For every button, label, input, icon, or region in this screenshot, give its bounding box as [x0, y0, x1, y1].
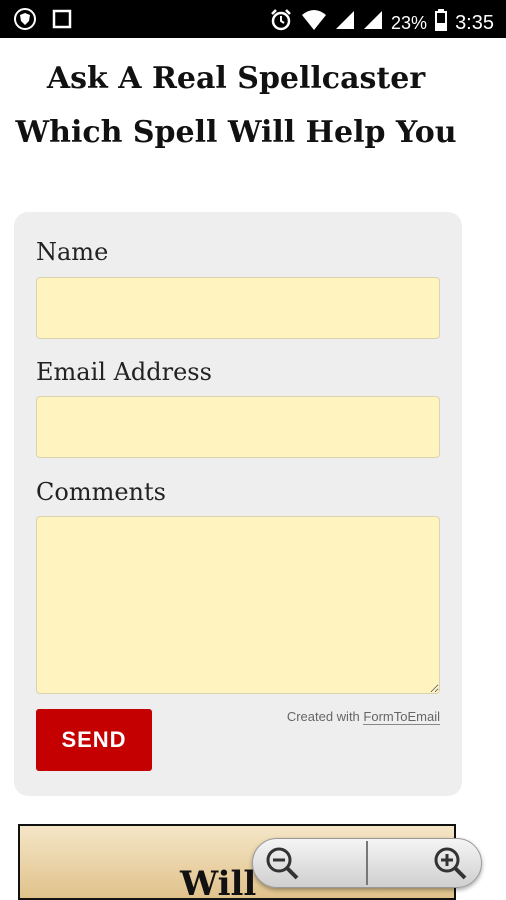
battery-icon [435, 9, 448, 36]
title-line-2: Which Spell Will Help You [15, 115, 457, 150]
zoom-out-icon[interactable] [263, 845, 303, 881]
send-button[interactable]: SEND [36, 709, 152, 771]
credit-text: Created with FormToEmail [286, 709, 440, 725]
square-icon [52, 9, 72, 34]
zoom-in-icon[interactable] [431, 845, 471, 881]
credit-prefix: Created with [286, 709, 360, 724]
contact-form: Name Email Address Comments SEND Created… [14, 212, 462, 796]
alarm-icon [269, 8, 293, 37]
name-field[interactable] [36, 277, 440, 339]
comments-field[interactable] [36, 516, 440, 694]
signal-icon [335, 10, 355, 35]
name-label: Name [36, 238, 109, 266]
banner-text: Will [180, 864, 257, 900]
battery-percent: 23% [391, 12, 428, 33]
title-line-1: Ask A Real Spellcaster [46, 61, 426, 96]
status-bar: 23% 3:35 [0, 0, 506, 38]
zoom-separator [366, 841, 368, 885]
email-label: Email Address [36, 358, 212, 386]
email-field[interactable] [36, 396, 440, 458]
comments-label: Comments [36, 478, 166, 506]
signal-icon [363, 10, 383, 35]
clock-time: 3:35 [455, 11, 494, 34]
wifi-icon [301, 9, 327, 36]
zoom-controls [252, 838, 482, 888]
formtoemail-link[interactable]: FormToEmail [363, 709, 440, 725]
page-title: Ask A Real Spellcaster Which Spell Will … [0, 52, 472, 160]
shield-icon [14, 8, 36, 35]
